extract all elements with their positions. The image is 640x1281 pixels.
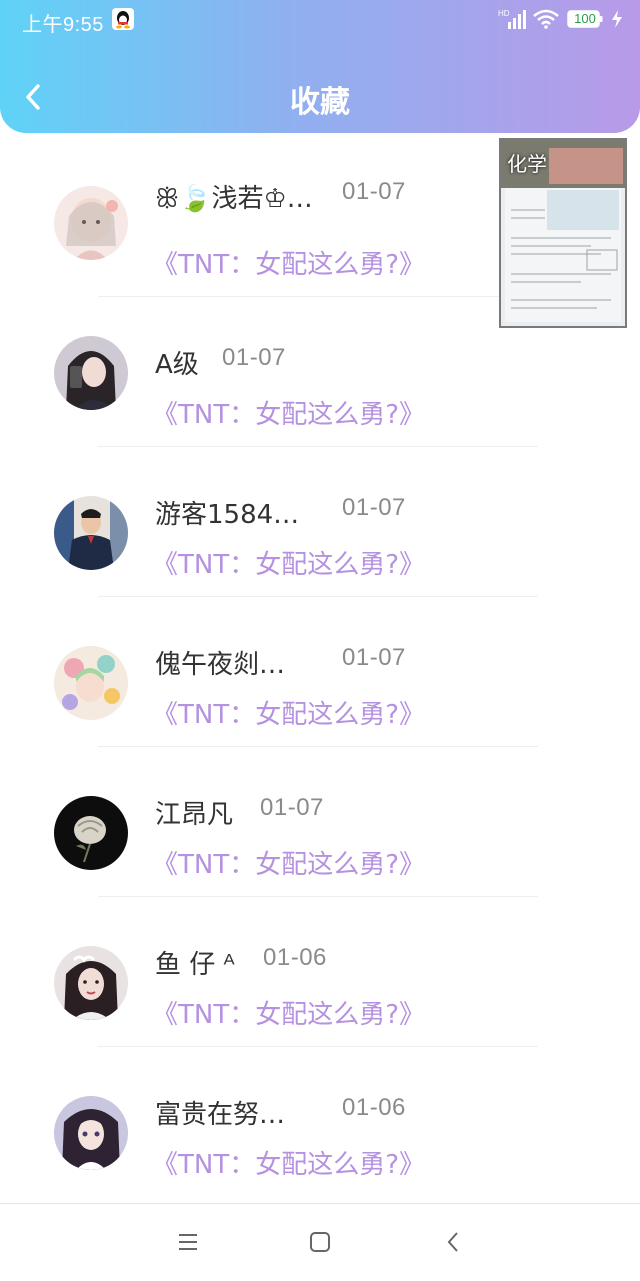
qq-icon (112, 8, 134, 30)
avatar[interactable] (54, 646, 128, 720)
divider (98, 1046, 538, 1047)
battery-icon: 100 (567, 10, 603, 28)
signal-icon: HD (498, 9, 526, 29)
item-date: 01-07 (342, 178, 406, 205)
menu-icon[interactable] (176, 1230, 200, 1254)
user-name: 游客1584… (155, 500, 300, 530)
list-item[interactable]: 富贵在努… 01-06 《TNT：女配这么勇?》 (0, 1050, 640, 1200)
book-title[interactable]: 《TNT：女配这么勇?》 (152, 694, 425, 731)
avatar[interactable] (54, 336, 128, 410)
wifi-icon (533, 9, 559, 29)
book-title[interactable]: 《TNT：女配这么勇?》 (152, 994, 425, 1031)
status-bar: 上午9:55 HD 100 (0, 0, 640, 40)
book-title[interactable]: 《TNT：女配这么勇?》 (152, 844, 425, 881)
page-title: 收藏 (290, 85, 350, 120)
user-name: 江昂凡 (155, 800, 234, 830)
divider (98, 596, 538, 597)
list-item[interactable]: 江昂凡 01-07 《TNT：女配这么勇?》 (0, 750, 640, 900)
battery-level: 100 (574, 11, 596, 26)
divider (98, 746, 538, 747)
list-item[interactable]: 鱼 仔 ᴬ 01-06 《TNT：女配这么勇?》 (0, 900, 640, 1050)
avatar[interactable] (54, 946, 128, 1020)
item-date: 01-06 (263, 944, 327, 971)
user-name: 鱼 仔 ᴬ (155, 950, 235, 980)
user-name: A级 (155, 350, 199, 380)
item-date: 01-07 (342, 494, 406, 521)
list-item[interactable]: 游客1584… 01-07 《TNT：女配这么勇?》 (0, 450, 640, 600)
header-bar: 上午9:55 HD 100 收藏 (0, 0, 640, 133)
item-date: 01-06 (342, 1094, 406, 1121)
user-name: 傀午夜剡… (155, 650, 286, 680)
home-icon[interactable] (308, 1230, 332, 1254)
book-title[interactable]: 《TNT：女配这么勇?》 (152, 544, 425, 581)
book-title[interactable]: 《TNT：女配这么勇?》 (152, 1144, 425, 1181)
charging-icon (612, 10, 622, 28)
item-date: 01-07 (342, 644, 406, 671)
avatar[interactable] (54, 1096, 128, 1170)
floating-window-label: 化学 (507, 152, 547, 176)
list-item[interactable]: 傀午夜剡… 01-07 《TNT：女配这么勇?》 (0, 600, 640, 750)
back-icon[interactable] (442, 1230, 466, 1254)
user-name: 富贵在努… (155, 1100, 286, 1130)
avatar[interactable] (54, 186, 128, 260)
book-title[interactable]: 《TNT：女配这么勇?》 (152, 394, 425, 431)
status-time: 上午9:55 (22, 14, 104, 36)
user-name: ꕥ🍃浅若♔… (155, 184, 313, 214)
avatar[interactable] (54, 496, 128, 570)
item-date: 01-07 (260, 794, 324, 821)
item-date: 01-07 (222, 344, 286, 371)
book-title[interactable]: 《TNT：女配这么勇?》 (152, 244, 425, 281)
system-nav-bar (0, 1203, 640, 1281)
floating-video-window[interactable]: 化学 (499, 138, 627, 328)
divider (98, 446, 538, 447)
network-type-label: HD (498, 9, 510, 18)
divider (98, 896, 538, 897)
avatar[interactable] (54, 796, 128, 870)
divider (98, 296, 538, 297)
